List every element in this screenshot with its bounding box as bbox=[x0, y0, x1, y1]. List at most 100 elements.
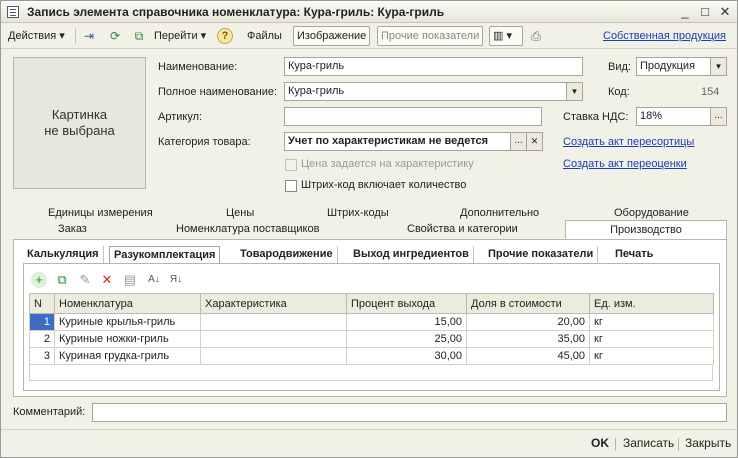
save-and-close-icon[interactable]: ⇥ bbox=[81, 28, 97, 44]
table-row[interactable]: 2 Куриные ножки-гриль 25,00 35,00 кг bbox=[29, 330, 714, 348]
files-button[interactable]: Файлы bbox=[244, 26, 285, 46]
delete-row-icon[interactable]: ✕ bbox=[99, 272, 115, 288]
subtab-disassembly[interactable]: Разукомплектация bbox=[109, 246, 221, 264]
close-button[interactable]: ✕ bbox=[717, 4, 733, 20]
maximize-button[interactable]: □ bbox=[697, 4, 713, 20]
row-yield-percent[interactable]: 15,00 bbox=[346, 313, 467, 331]
edit-row-icon[interactable]: ✎ bbox=[77, 272, 93, 288]
table-empty-area[interactable] bbox=[29, 365, 713, 381]
copy-icon[interactable]: ⧉ bbox=[131, 28, 147, 44]
report-icon: ▥ bbox=[493, 30, 504, 42]
row-characteristic[interactable] bbox=[200, 330, 347, 348]
row-cost-share[interactable]: 45,00 bbox=[466, 347, 590, 365]
subtab-calculation[interactable]: Калькуляция bbox=[23, 246, 104, 264]
subtab-other-metrics[interactable]: Прочие показатели bbox=[484, 246, 599, 264]
row-item[interactable]: Куриные крылья-гриль bbox=[54, 313, 201, 331]
actions-menu[interactable]: Действия ▾ bbox=[5, 26, 68, 46]
disassembly-table: N Номенклатура Характеристика Процент вы… bbox=[29, 293, 714, 365]
comment-input[interactable] bbox=[92, 403, 727, 422]
row-characteristic[interactable] bbox=[200, 313, 347, 331]
col-header-item[interactable]: Номенклатура bbox=[54, 293, 201, 314]
row-characteristic[interactable] bbox=[200, 347, 347, 365]
create-regrading-act-link[interactable]: Создать акт пересортицы bbox=[563, 136, 694, 148]
row-item[interactable]: Куриная грудка-гриль bbox=[54, 347, 201, 365]
category-clear-button[interactable]: ✕ bbox=[526, 132, 543, 151]
row-unit[interactable]: кг bbox=[589, 313, 714, 331]
row-number: 1 bbox=[29, 313, 55, 331]
row-yield-percent[interactable]: 30,00 bbox=[346, 347, 467, 365]
barcode-includes-quantity-checkbox[interactable] bbox=[285, 180, 297, 192]
report-menu[interactable]: ▥ ▾ bbox=[489, 26, 523, 46]
end-edit-icon[interactable]: ▤ bbox=[122, 272, 138, 288]
row-yield-percent[interactable]: 25,00 bbox=[346, 330, 467, 348]
row-cost-share[interactable]: 35,00 bbox=[466, 330, 590, 348]
sort-ascending-icon[interactable]: A↓ bbox=[146, 272, 162, 288]
subtab-ingredient-yield[interactable]: Выход ингредиентов bbox=[349, 246, 474, 264]
vat-select-button[interactable]: ... bbox=[710, 107, 727, 126]
chevron-down-icon: ▾ bbox=[506, 30, 512, 42]
tab-properties-categories[interactable]: Свойства и категории bbox=[407, 223, 518, 235]
tab-barcodes[interactable]: Штрих-коды bbox=[327, 207, 389, 219]
own-production-link[interactable]: Собственная продукция bbox=[600, 26, 729, 46]
image-button[interactable]: Изображение bbox=[293, 26, 371, 46]
add-row-icon[interactable]: + bbox=[31, 272, 47, 288]
article-input[interactable] bbox=[284, 107, 542, 126]
kind-dropdown[interactable]: ▼ bbox=[710, 57, 727, 76]
col-header-n[interactable]: N bbox=[29, 293, 55, 314]
col-header-cost-share[interactable]: Доля в стоимости bbox=[466, 293, 590, 314]
help-icon[interactable]: ? bbox=[217, 28, 233, 44]
kind-label: Вид: bbox=[608, 61, 631, 73]
copy-row-icon[interactable]: ⧉ bbox=[54, 272, 70, 288]
row-unit[interactable]: кг bbox=[589, 330, 714, 348]
chevron-down-icon: ▾ bbox=[200, 30, 207, 42]
subtab-print[interactable]: Печать bbox=[611, 246, 657, 264]
col-header-unit[interactable]: Ед. изм. bbox=[589, 293, 714, 314]
sort-descending-icon[interactable]: Я↓ bbox=[168, 272, 184, 288]
goto-menu[interactable]: Перейти ▾ bbox=[151, 26, 209, 46]
bottom-separator bbox=[678, 438, 679, 451]
code-value: 154 bbox=[701, 86, 720, 98]
save-button[interactable]: Записать bbox=[623, 436, 674, 450]
price-by-characteristic-checkbox[interactable] bbox=[285, 159, 297, 171]
tab-production[interactable]: Производство bbox=[565, 220, 727, 240]
category-input[interactable]: Учет по характеристикам не ведется bbox=[284, 132, 511, 151]
price-by-characteristic-label: Цена задается на характеристику bbox=[301, 158, 474, 170]
row-cost-share[interactable]: 20,00 bbox=[466, 313, 590, 331]
tab-additional[interactable]: Дополнительно bbox=[460, 207, 539, 219]
category-select-button[interactable]: ... bbox=[510, 132, 527, 151]
tab-equipment[interactable]: Оборудование bbox=[614, 207, 689, 219]
row-number: 3 bbox=[29, 347, 55, 365]
col-header-characteristic[interactable]: Характеристика bbox=[200, 293, 347, 314]
full-name-input[interactable]: Кура-гриль bbox=[284, 82, 567, 101]
chevron-down-icon: ▼ bbox=[714, 62, 723, 71]
table-header-row: N Номенклатура Характеристика Процент вы… bbox=[29, 293, 714, 314]
bottom-bar: OK Записать Закрыть bbox=[1, 429, 737, 457]
name-input[interactable]: Кура-гриль bbox=[284, 57, 583, 76]
picture-placeholder[interactable]: Картинка не выбрана bbox=[13, 57, 146, 189]
table-row[interactable]: 1 Куриные крылья-гриль 15,00 20,00 кг bbox=[29, 313, 714, 331]
full-name-dropdown[interactable]: ▼ bbox=[566, 82, 583, 101]
tab-order[interactable]: Заказ bbox=[58, 223, 87, 235]
comment-label: Комментарий: bbox=[13, 406, 86, 418]
tab-units[interactable]: Единицы измерения bbox=[48, 207, 153, 219]
ok-button[interactable]: OK bbox=[591, 436, 609, 450]
row-unit[interactable]: кг bbox=[589, 347, 714, 365]
window-title: Запись элемента справочника номенклатура… bbox=[27, 5, 445, 19]
other-metrics-button[interactable]: Прочие показатели bbox=[377, 26, 484, 46]
row-item[interactable]: Куриные ножки-гриль bbox=[54, 330, 201, 348]
kind-select[interactable]: Продукция bbox=[636, 57, 711, 76]
subtab-goods-movement[interactable]: Товародвижение bbox=[236, 246, 338, 264]
print-icon[interactable]: ⎙ bbox=[528, 28, 544, 44]
tab-supplier-nomenclature[interactable]: Номенклатура поставщиков bbox=[176, 223, 319, 235]
table-row[interactable]: 3 Куриная грудка-гриль 30,00 45,00 кг bbox=[29, 347, 714, 365]
goto-label: Перейти bbox=[154, 30, 198, 42]
barcode-includes-quantity-label: Штрих-код включает количество bbox=[301, 179, 467, 191]
refresh-icon[interactable]: ⟳ bbox=[107, 28, 123, 44]
close-form-button[interactable]: Закрыть bbox=[685, 436, 731, 450]
create-revaluation-act-link[interactable]: Создать акт переоценки bbox=[563, 158, 687, 170]
vat-input[interactable]: 18% bbox=[636, 107, 711, 126]
tab-prices[interactable]: Цены bbox=[226, 207, 254, 219]
minimize-button[interactable]: _ bbox=[677, 4, 693, 20]
col-header-yield-percent[interactable]: Процент выхода bbox=[346, 293, 467, 314]
full-name-label: Полное наименование: bbox=[158, 86, 278, 98]
